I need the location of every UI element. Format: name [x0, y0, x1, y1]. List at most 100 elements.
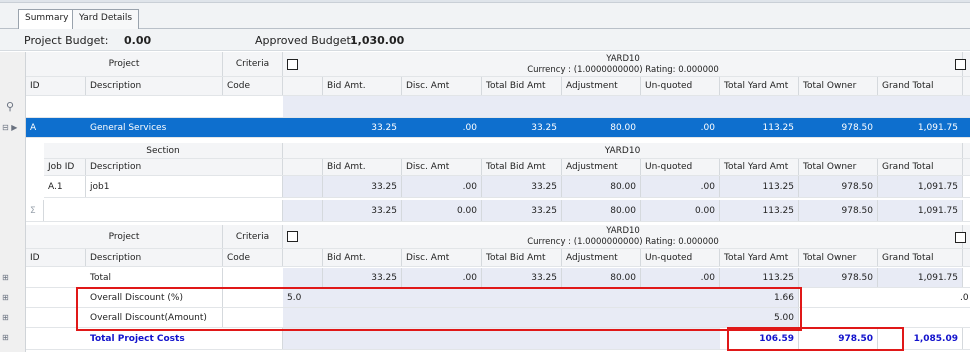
job-description-cell: job1: [86, 176, 283, 197]
section-total-yard-header[interactable]: Total Yard Amt: [720, 159, 799, 175]
filter-row[interactable]: [26, 96, 970, 118]
section-header-row: Section YARD10: [44, 143, 970, 159]
total-yard-amt-column-header[interactable]: Total Yard Amt: [720, 77, 799, 95]
summary-total-bid-header[interactable]: Total Bid Amt: [482, 249, 562, 266]
tab-yard-details[interactable]: Yard Details: [72, 9, 140, 29]
summary-description-header[interactable]: Description: [86, 249, 223, 266]
summary-disc-amt-header[interactable]: Disc. Amt: [402, 249, 482, 266]
discount-amt-total-yard-cell: 5.00: [720, 308, 799, 327]
expand-icon[interactable]: ⊟ ▶: [2, 123, 17, 132]
sum-label-cell: [44, 200, 283, 221]
id-column-header[interactable]: ID: [26, 77, 86, 95]
summary-unquoted-header[interactable]: Un-quoted: [641, 249, 720, 266]
section-bid-amt-header[interactable]: Bid Amt.: [323, 159, 402, 175]
description-column-header[interactable]: Description: [86, 77, 223, 95]
discount-pct-row[interactable]: Overall Discount (%) 5.0 1.66 .0: [26, 288, 970, 308]
section-disc-amt-header[interactable]: Disc. Amt: [402, 159, 482, 175]
project-total-owner-cell: 978.50: [799, 118, 878, 137]
summary-id-header[interactable]: ID: [26, 249, 86, 266]
code-column-header[interactable]: Code: [223, 77, 283, 95]
summary-yard-currency-rating: Currency : (1.0000000000) Rating: 0.0000…: [527, 237, 719, 247]
summary-project-header[interactable]: Project: [26, 225, 223, 248]
grand-total-column-header[interactable]: Grand Total: [878, 77, 963, 95]
job-total-owner-cell: 978.50: [799, 176, 878, 197]
row-gutter: [0, 52, 26, 352]
sum-grand-total-cell: 1,091.75: [878, 200, 963, 221]
sum-blank-cell: [283, 200, 323, 221]
summary-second-yard-checkbox[interactable]: [955, 232, 966, 243]
total-adjustment-cell: 80.00: [562, 268, 641, 287]
project-costs-expand-icon[interactable]: ⊞: [2, 333, 9, 342]
filter-shaded-area: [283, 96, 970, 117]
yard-name: YARD10: [606, 53, 640, 64]
yard-header: YARD10 Currency : (1.0000000000) Rating:…: [283, 52, 963, 76]
approved-budget-label: Approved Budget:: [255, 34, 355, 47]
section-adjustment-header[interactable]: Adjustment: [562, 159, 641, 175]
sum-total-bid-cell: 33.25: [482, 200, 562, 221]
project-costs-blank-cell: [283, 328, 720, 349]
project-column-header[interactable]: Project: [26, 52, 223, 76]
job-id-column-header[interactable]: Job ID: [44, 159, 86, 175]
discount-pct-criteria-cell[interactable]: 5.0: [283, 288, 720, 307]
total-bid-amt-column-header[interactable]: Total Bid Amt: [482, 77, 562, 95]
summary-blank-header: [283, 249, 323, 266]
discount-pct-value: 5.0: [287, 292, 302, 303]
project-row-selected[interactable]: A General Services 33.25 .00 33.25 80.00…: [26, 118, 970, 138]
summary-adjustment-header[interactable]: Adjustment: [562, 249, 641, 266]
section-total-bid-header[interactable]: Total Bid Amt: [482, 159, 562, 175]
criteria-column-header[interactable]: Criteria: [223, 52, 283, 76]
summary-yard-header: YARD10 Currency : (1.0000000000) Rating:…: [283, 225, 963, 248]
discount-amt-empty-cell: [799, 308, 963, 327]
summary-total-owner-header[interactable]: Total Owner: [799, 249, 878, 266]
job-disc-amt-cell: .00: [402, 176, 482, 197]
budget-bar: Project Budget: 0.00 Approved Budget: 1,…: [0, 29, 970, 51]
summary-header-row: Project Criteria YARD10 Currency : (1.00…: [26, 225, 970, 249]
discount-amt-criteria-cell[interactable]: [283, 308, 720, 327]
section-unquoted-header[interactable]: Un-quoted: [641, 159, 720, 175]
adjustment-column-header[interactable]: Adjustment: [562, 77, 641, 95]
total-description-cell: Total: [86, 268, 223, 287]
project-costs-total-yard-cell: 106.59: [720, 328, 799, 349]
project-adjustment-cell: 80.00: [562, 118, 641, 137]
project-description-cell: General Services: [86, 118, 223, 137]
funnel-icon[interactable]: ⚲: [6, 100, 14, 113]
job-total-yard-cell: 113.25: [720, 176, 799, 197]
total-owner-column-header[interactable]: Total Owner: [799, 77, 878, 95]
summary-code-header[interactable]: Code: [223, 249, 283, 266]
section-grand-total-header[interactable]: Grand Total: [878, 159, 963, 175]
project-id-cell: A: [26, 118, 86, 137]
total-total-owner-cell: 978.50: [799, 268, 878, 287]
second-yard-checkbox[interactable]: [955, 59, 966, 70]
discount-pct-expand-icon[interactable]: ⊞: [2, 293, 9, 302]
summary-grand-total-header[interactable]: Grand Total: [878, 249, 963, 266]
disc-amt-column-header[interactable]: Disc. Amt: [402, 77, 482, 95]
column-header-row: ID Description Code Bid Amt. Disc. Amt T…: [26, 77, 970, 96]
project-budget-value: 0.00: [124, 34, 152, 47]
discount-amt-expand-icon[interactable]: ⊞: [2, 313, 9, 322]
total-row[interactable]: Total 33.25 .00 33.25 80.00 .00 113.25 9…: [26, 268, 970, 288]
section-column-header[interactable]: Section: [44, 143, 283, 158]
tab-summary[interactable]: Summary: [18, 9, 76, 30]
project-total-yard-cell: 113.25: [720, 118, 799, 137]
project-unquoted-cell: .00: [641, 118, 720, 137]
job-total-bid-cell: 33.25: [482, 176, 562, 197]
project-costs-description-cell: Total Project Costs: [86, 328, 283, 349]
job-id-cell: A.1: [44, 176, 86, 197]
total-total-yard-cell: 113.25: [720, 268, 799, 287]
bid-amt-column-header[interactable]: Bid Amt.: [323, 77, 402, 95]
total-row-expand-icon[interactable]: ⊞: [2, 273, 9, 282]
project-costs-row[interactable]: Total Project Costs 106.59 978.50 1,085.…: [26, 328, 970, 350]
discount-pct-empty-cell: [799, 288, 963, 307]
job-description-column-header[interactable]: Description: [86, 159, 283, 175]
summary-bid-amt-header[interactable]: Bid Amt.: [323, 249, 402, 266]
summary-criteria-header[interactable]: Criteria: [223, 225, 283, 248]
total-blank-cell: [283, 268, 323, 287]
discount-amt-row[interactable]: Overall Discount(Amount) 5.00: [26, 308, 970, 328]
yard-currency-rating: Currency : (1.0000000000) Rating: 0.0000…: [527, 64, 719, 75]
project-header-row: Project Criteria YARD10 Currency : (1.00…: [26, 52, 970, 77]
job-row[interactable]: A.1 job1 33.25 .00 33.25 80.00 .00 113.2…: [44, 176, 970, 198]
project-bid-amt-cell: 33.25: [323, 118, 402, 137]
section-total-owner-header[interactable]: Total Owner: [799, 159, 878, 175]
summary-total-yard-header[interactable]: Total Yard Amt: [720, 249, 799, 266]
unquoted-column-header[interactable]: Un-quoted: [641, 77, 720, 95]
